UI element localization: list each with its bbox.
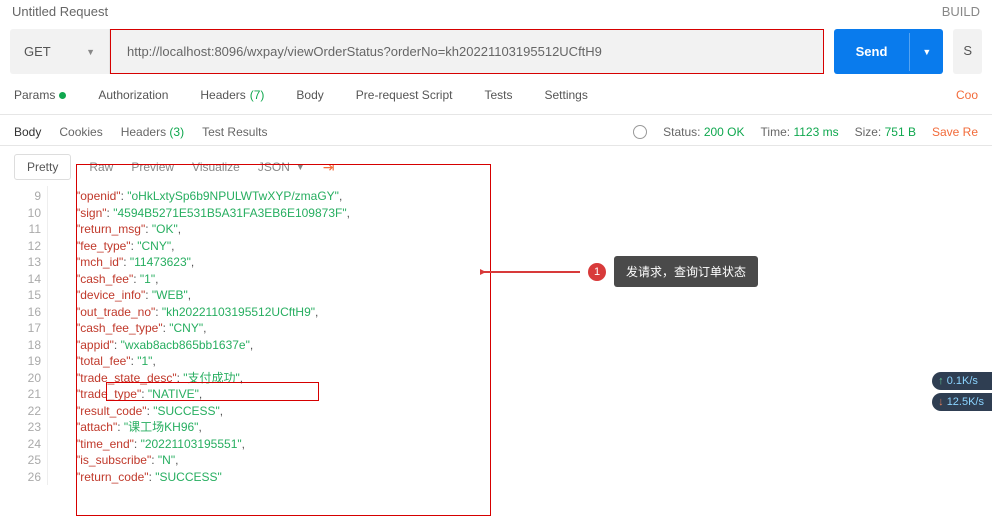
line-gutter: 91011121314151617181920212223242526 <box>6 186 48 485</box>
tab-prerequest[interactable]: Pre-request Script <box>356 88 453 106</box>
http-method-select[interactable]: GET ▼ <box>10 29 110 74</box>
res-tab-cookies[interactable]: Cookies <box>59 125 102 139</box>
tab-headers[interactable]: Headers (7) <box>200 88 264 106</box>
cookies-link[interactable]: Coo <box>956 88 978 106</box>
status-label: Status: 200 OK <box>663 125 744 139</box>
download-speed: 12.5K/s <box>932 393 992 411</box>
annotation-text: 发请求，查询订单状态 <box>614 256 758 287</box>
res-tab-testresults[interactable]: Test Results <box>202 125 267 139</box>
res-tab-body[interactable]: Body <box>14 125 41 139</box>
chevron-down-icon[interactable]: ▼ <box>909 33 943 71</box>
highlight-box-field <box>106 382 319 401</box>
res-tab-headers[interactable]: Headers (3) <box>121 125 184 139</box>
response-body: 91011121314151617181920212223242526 "ope… <box>0 186 992 485</box>
url-bar: GET ▼ http://localhost:8096/wxpay/viewOr… <box>10 29 824 74</box>
tab-settings[interactable]: Settings <box>545 88 588 106</box>
upload-speed: 0.1K/s <box>932 372 992 390</box>
send-label: Send <box>834 30 910 73</box>
chevron-down-icon: ▼ <box>86 47 95 57</box>
perf-badges: 0.1K/s 12.5K/s <box>932 372 992 411</box>
save-response-button[interactable]: Save Re <box>932 125 978 139</box>
highlight-box-outer <box>76 164 491 516</box>
send-button[interactable]: Send ▼ <box>834 29 944 74</box>
headers-count: (7) <box>250 88 265 102</box>
method-label: GET <box>24 44 51 59</box>
annotation-callout: 1 发请求，查询订单状态 <box>480 256 758 287</box>
request-title: Untitled Request <box>12 4 108 19</box>
url-input[interactable]: http://localhost:8096/wxpay/viewOrderSta… <box>110 29 824 74</box>
dot-icon <box>59 92 66 99</box>
build-label: BUILD <box>942 4 980 19</box>
tab-authorization[interactable]: Authorization <box>98 88 168 106</box>
time-label: Time: 1123 ms <box>761 125 839 139</box>
tab-tests[interactable]: Tests <box>484 88 512 106</box>
annotation-number: 1 <box>588 263 606 281</box>
tab-params[interactable]: Params <box>14 88 66 106</box>
globe-icon[interactable] <box>633 125 647 139</box>
view-pretty[interactable]: Pretty <box>14 154 71 180</box>
size-label: Size: 751 B <box>855 125 916 139</box>
save-button[interactable]: S <box>953 29 982 74</box>
tab-body[interactable]: Body <box>296 88 323 106</box>
